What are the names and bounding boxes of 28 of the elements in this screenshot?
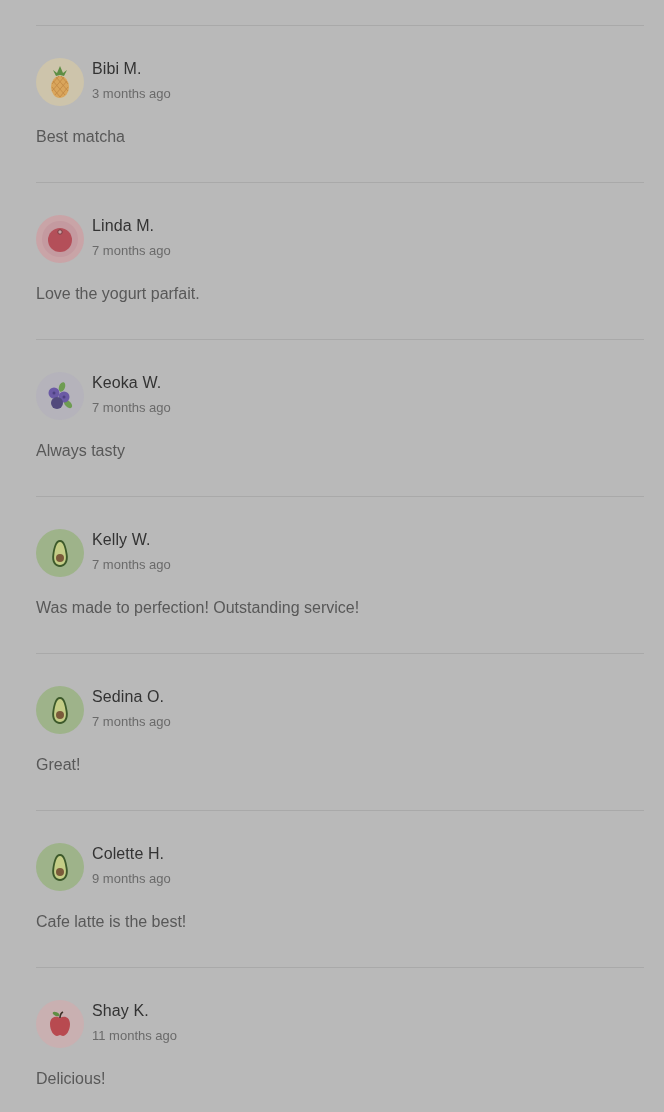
reviewer-name: Sedina O.: [92, 687, 166, 707]
pineapple-icon: [36, 58, 84, 106]
reviewer-name: Colette H.: [92, 844, 166, 864]
review-date: 7 months ago: [92, 556, 171, 574]
reviewer-name: Bibi M.: [92, 59, 143, 79]
review-date: 7 months ago: [92, 399, 171, 417]
review-text: Cafe latte is the best!: [36, 912, 188, 932]
review-text: Delicious!: [36, 1069, 107, 1089]
tomato-icon: [36, 215, 84, 263]
reviewer-name: Shay K.: [92, 1001, 150, 1021]
apple-icon: [36, 1000, 84, 1048]
review-date: 9 months ago: [92, 870, 171, 888]
review-text: Best matcha: [36, 127, 126, 147]
review-date: 7 months ago: [92, 242, 171, 260]
avocado-icon: [36, 529, 84, 577]
blueberries-icon: [36, 372, 84, 420]
review-text: Was made to perfection! Outstanding service!: [36, 598, 361, 618]
avocado-icon: [36, 843, 84, 891]
avocado-icon: [36, 686, 84, 734]
review-date: 7 months ago: [92, 713, 171, 731]
reviewer-name: Kelly W.: [92, 530, 152, 550]
review-date: 3 months ago: [92, 85, 171, 103]
review-text: Love the yogurt parfait.: [36, 284, 201, 304]
review-text: Great!: [36, 755, 82, 775]
review-text: Always tasty: [36, 441, 126, 461]
reviewer-name: Linda M.: [92, 216, 156, 236]
review-date: 11 months ago: [92, 1027, 178, 1045]
reviewer-name: Keoka W.: [92, 373, 163, 393]
